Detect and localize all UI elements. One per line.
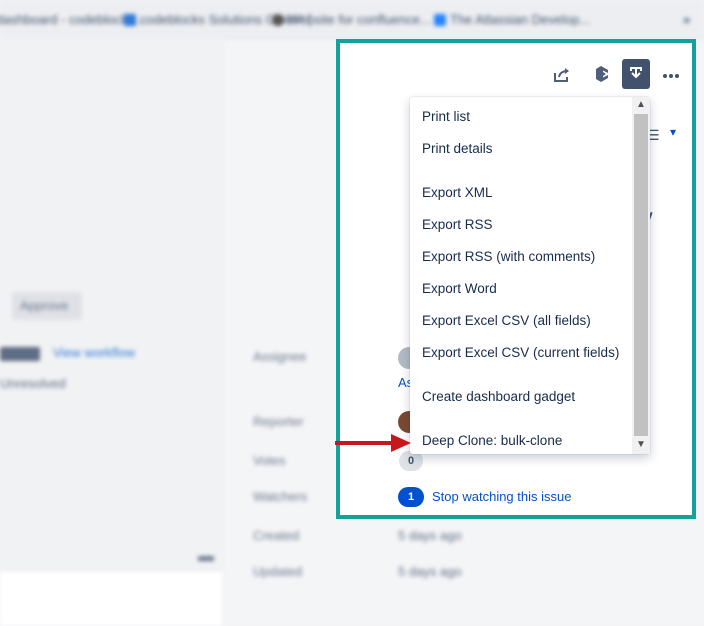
menu-item-export-csv-current[interactable]: Export Excel CSV (current fields) (422, 343, 619, 363)
watchers-label: Watchers (253, 489, 308, 504)
votes-label: Votes (253, 453, 286, 468)
bookmark-favicon-icon (272, 14, 284, 26)
updated-value: 5 days ago (398, 564, 462, 579)
bookmark-favicon-icon (124, 14, 136, 26)
comment-card (0, 570, 222, 626)
status-badge (0, 347, 40, 361)
menu-item-export-rss-comments[interactable]: Export RSS (with comments) (422, 247, 595, 267)
chevron-down-icon[interactable]: ▾ (670, 125, 676, 139)
scroll-up-icon[interactable]: ▲ (634, 98, 648, 112)
updated-label: Updated (253, 564, 303, 579)
view-workflow-link[interactable]: View workflow (53, 345, 135, 360)
resolution-value: Unresolved (0, 376, 66, 391)
menu-item-export-csv-all[interactable]: Export Excel CSV (all fields) (422, 311, 591, 331)
left-column-background (0, 38, 225, 625)
bookmark-favicon-icon (434, 14, 446, 26)
menu-item-export-xml[interactable]: Export XML (422, 183, 493, 203)
clone-app-icon[interactable] (590, 62, 612, 86)
more-icon[interactable] (660, 66, 682, 86)
annotation-arrow-icon (335, 434, 411, 452)
assignee-label: Assignee (253, 349, 307, 364)
collapse-handle-icon[interactable]: ▬ (198, 548, 214, 566)
export-icon[interactable] (622, 59, 650, 89)
bookmarks-overflow-icon[interactable]: » (683, 12, 690, 27)
scroll-down-icon[interactable]: ▼ (634, 438, 648, 452)
stop-watching-link[interactable]: Stop watching this issue (432, 489, 571, 504)
votes-badge[interactable]: 0 (399, 451, 423, 471)
menu-item-create-gadget[interactable]: Create dashboard gadget (422, 387, 575, 407)
reporter-label: Reporter (253, 414, 304, 429)
bookmark-3[interactable]: Website for confluence... (272, 12, 431, 27)
export-dropdown-menu: Print list Print details Export XML Expo… (410, 97, 650, 454)
created-label: Created (253, 528, 300, 543)
menu-item-print-list[interactable]: Print list (422, 107, 470, 127)
scrollbar-thumb[interactable] (634, 114, 648, 436)
created-value: 5 days ago (398, 528, 462, 543)
menu-item-deep-clone[interactable]: Deep Clone: bulk-clone (422, 431, 562, 451)
share-icon[interactable] (551, 64, 573, 86)
approve-button[interactable]: Approve (12, 292, 82, 320)
menu-item-export-rss[interactable]: Export RSS (422, 215, 493, 235)
bookmarks-bar: dashboard - codeblocks... codeblocks Sol… (0, 0, 704, 39)
menu-item-print-details[interactable]: Print details (422, 139, 493, 159)
bookmark-4[interactable]: The Atlassian Develop... (434, 12, 590, 27)
menu-item-export-word[interactable]: Export Word (422, 279, 497, 299)
watchers-badge[interactable]: 1 (398, 487, 424, 507)
